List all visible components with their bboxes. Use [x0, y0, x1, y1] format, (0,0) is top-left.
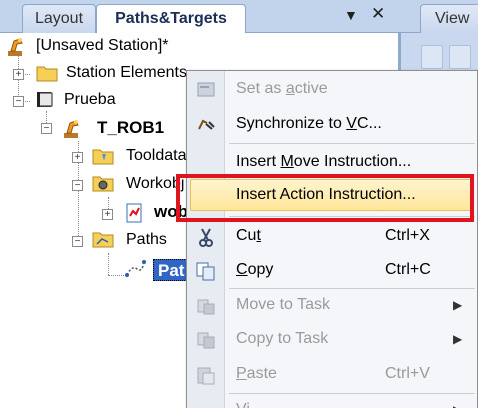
copy-to-task-icon	[195, 329, 217, 349]
book-icon	[34, 90, 54, 108]
highlight-annotation-box	[176, 174, 474, 222]
expand-icon[interactable]: +	[13, 69, 24, 80]
tree-node-path-selected[interactable]: Pat	[153, 259, 190, 281]
menu-item-view[interactable]: Vi ▶	[187, 393, 477, 408]
pin-dropdown-icon[interactable]: ▼	[344, 7, 358, 23]
tree-node-tooldata[interactable]: Tooldata	[126, 145, 187, 167]
menu-item-label: Copy	[236, 261, 274, 278]
tree-node-station[interactable]: [Unsaved Station]*	[36, 35, 169, 57]
collapse-icon[interactable]: −	[13, 96, 24, 107]
menu-separator	[229, 143, 475, 144]
tree-connector	[108, 253, 109, 275]
toolbar-ghost-icon	[449, 45, 471, 69]
expand-icon[interactable]: +	[72, 152, 83, 163]
robot-icon	[62, 117, 82, 138]
tab-view[interactable]: View	[420, 4, 478, 33]
menu-item-copy[interactable]: Copy Ctrl+C	[187, 253, 477, 287]
tooldata-icon	[92, 147, 114, 165]
menu-item-shortcut: Ctrl+X	[385, 227, 430, 244]
path-icon	[124, 259, 146, 277]
folder-icon	[36, 64, 58, 82]
panel-tab-strip: Layout Paths&Targets ▼ ✕ View	[0, 0, 478, 34]
menu-item-shortcut: Ctrl+V	[385, 365, 430, 382]
menu-item-set-as-active[interactable]: Set as active	[187, 72, 477, 106]
menu-item-shortcut: Ctrl+C	[385, 261, 431, 278]
expand-icon[interactable]: +	[102, 209, 113, 220]
scissors-icon	[195, 226, 217, 247]
menu-item-synchronize-to-vc[interactable]: Synchronize to VC...	[187, 107, 477, 141]
copy-icon	[195, 260, 217, 281]
collapse-icon[interactable]: −	[72, 180, 83, 191]
menu-item-label: Cut	[236, 227, 261, 244]
collapse-icon[interactable]: −	[72, 236, 83, 247]
submenu-arrow-icon: ▶	[453, 298, 463, 312]
close-panel-icon[interactable]: ✕	[371, 4, 385, 24]
tree-node-paths[interactable]: Paths	[126, 229, 167, 251]
paste-icon	[195, 364, 217, 385]
menu-item-label: Vi	[236, 393, 250, 408]
menu-item-label: Copy to Task	[236, 330, 329, 347]
submenu-arrow-icon: ▶	[453, 393, 462, 408]
toolbar-ghost-icon	[421, 45, 443, 69]
collapse-icon[interactable]: −	[41, 123, 52, 134]
synchronize-icon	[195, 114, 217, 134]
menu-item-label: Synchronize to VC...	[236, 115, 382, 132]
menu-item-label: Paste	[236, 365, 277, 382]
menu-item-cut[interactable]: Cut Ctrl+X	[187, 219, 477, 253]
menu-item-paste[interactable]: Paste Ctrl+V	[187, 357, 477, 391]
move-to-task-icon	[195, 295, 217, 315]
menu-item-label: Set as active	[236, 80, 328, 97]
wobj-icon	[124, 202, 144, 223]
tab-paths-and-targets[interactable]: Paths&Targets	[96, 4, 246, 34]
tab-layout[interactable]: Layout	[22, 4, 96, 33]
tree-node-station-elements[interactable]: Station Elements	[66, 62, 187, 84]
robot-station-icon	[6, 35, 26, 56]
workobject-icon	[92, 174, 114, 192]
context-menu: Set as active Synchronize to VC... Inser…	[186, 70, 478, 408]
tree-node-prueba[interactable]: Prueba	[64, 89, 116, 111]
paths-folder-icon	[92, 230, 114, 248]
tree-node-robot-task[interactable]: T_ROB1	[97, 117, 164, 139]
menu-item-copy-to-task[interactable]: Copy to Task ▶	[187, 322, 477, 356]
menu-item-label: Move to Task	[236, 296, 330, 313]
submenu-arrow-icon: ▶	[453, 332, 463, 346]
set-active-icon	[195, 79, 217, 99]
menu-item-move-to-task[interactable]: Move to Task ▶	[187, 288, 477, 322]
